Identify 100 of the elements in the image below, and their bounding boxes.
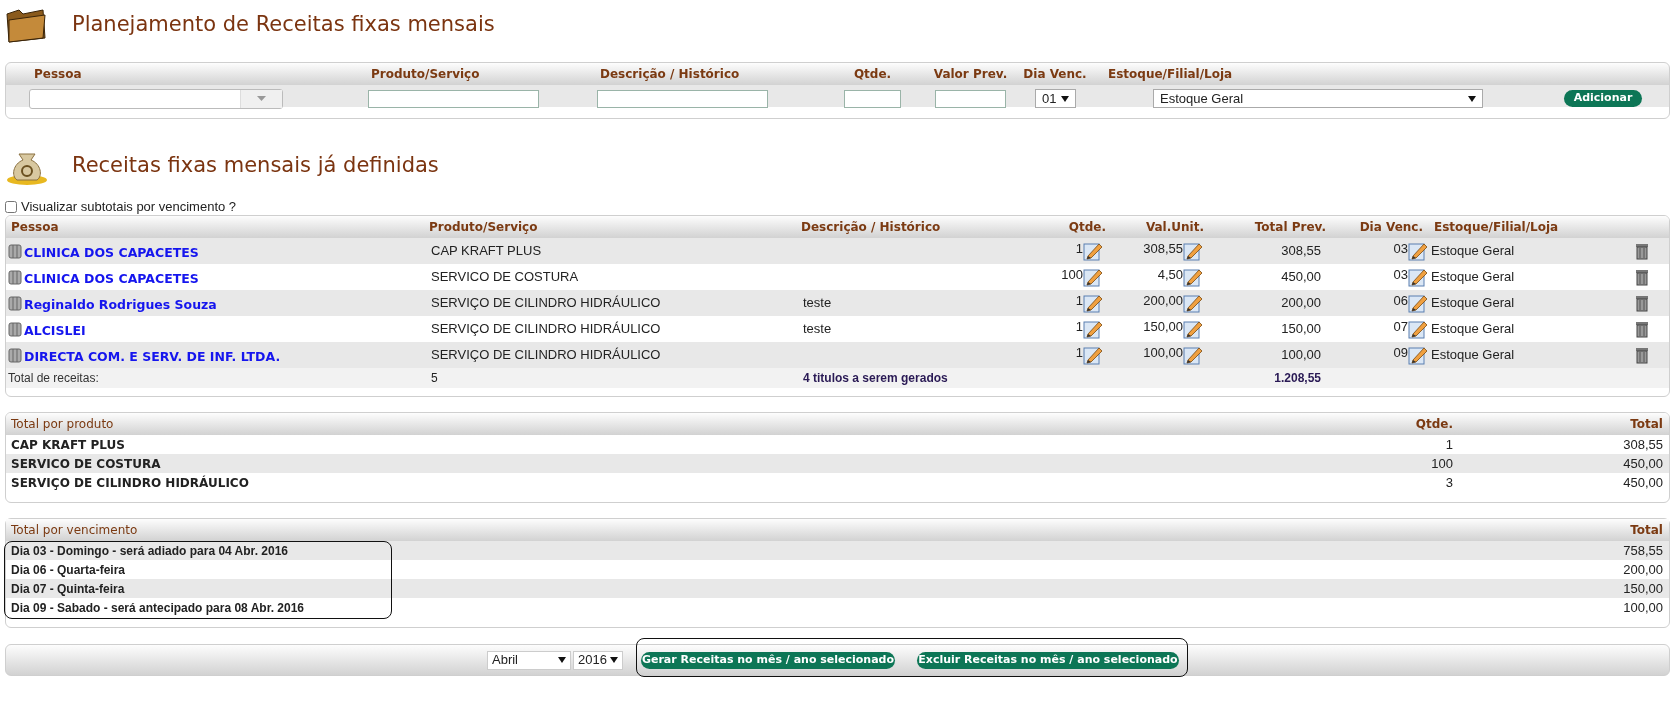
table-cell-text: SERVIÇO DE CILINDRO HIDRÁULICO (430, 346, 662, 365)
edit-button[interactable] (1408, 345, 1428, 365)
edit-icon (1083, 293, 1103, 313)
delete-revenues-button[interactable]: Excluir Receitas no mês / ano selecionado (917, 651, 1179, 669)
person-link[interactable]: CLINICA DOS CAPACETES (24, 243, 199, 263)
caret-icon (610, 657, 618, 663)
delete-button[interactable] (1635, 320, 1649, 338)
add-button[interactable]: Adicionar (1564, 90, 1642, 107)
field-label: Pessoa (34, 66, 82, 83)
person-link[interactable]: CLINICA DOS CAPACETES (24, 269, 199, 289)
column-header: Qtde. (1068, 220, 1106, 235)
table-cell-text: Estoque Geral (1430, 242, 1516, 261)
stack-icon (8, 295, 22, 311)
table-cell-text: SERVICO DE COSTURA (430, 268, 580, 287)
edit-button[interactable] (1083, 267, 1103, 287)
field-label: Qtde. (853, 66, 892, 83)
caret-icon (558, 657, 566, 663)
edit-icon (1083, 267, 1103, 287)
trash-icon (1635, 346, 1649, 364)
table-cell-text: CAP KRAFT PLUS (11, 436, 126, 454)
column-header: Qtde. (1415, 417, 1453, 432)
table-cell: 1 (1075, 345, 1083, 361)
edit-button[interactable] (1408, 241, 1428, 261)
table-cell: 1 (1075, 319, 1083, 335)
table-cell-text: 200,00 (1280, 294, 1322, 313)
trash-icon (1635, 294, 1649, 312)
delete-button[interactable] (1635, 294, 1649, 312)
edit-icon (1083, 345, 1103, 365)
edit-button[interactable] (1408, 293, 1428, 313)
edit-button[interactable] (1083, 241, 1103, 261)
table-cell: 200,00 (1143, 293, 1183, 309)
table-cell-text: 100,00 (1280, 346, 1322, 365)
table-cell: 03 (1393, 241, 1408, 257)
field-label: Valor Prev. (933, 66, 1008, 83)
person-link[interactable]: Reginaldo Rodrigues Souza (24, 295, 217, 315)
delete-button[interactable] (1635, 242, 1649, 260)
month-select[interactable]: Abril (487, 650, 571, 670)
edit-button[interactable] (1183, 345, 1203, 365)
table-cell-text: SERVICO DE COSTURA (11, 455, 162, 473)
table-cell: 4,50 (1157, 267, 1183, 283)
table-cell-text: Estoque Geral (1430, 268, 1516, 287)
footer-count: 5 (430, 370, 439, 387)
column-header: Pessoa (11, 220, 59, 235)
table-cell-text: SERVIÇO DE CILINDRO HIDRÁULICO (430, 294, 662, 313)
select-field[interactable]: Estoque Geral (1153, 89, 1483, 108)
table-cell-text: 3 (1444, 474, 1453, 492)
delete-button[interactable] (1635, 268, 1649, 286)
table-cell: teste (803, 321, 832, 337)
delete-button[interactable] (1635, 346, 1649, 364)
table-cell-text: Dia 09 - Sabado - será antecipado para 08 Abr. 2016 (11, 599, 305, 617)
edit-icon (1183, 241, 1203, 261)
edit-button[interactable] (1183, 293, 1203, 313)
table-cell-text: CAP KRAFT PLUS (430, 242, 543, 261)
caret-icon (257, 96, 266, 101)
trash-icon (1635, 320, 1649, 338)
combobox-field[interactable] (29, 88, 283, 109)
field-label: Produto/Serviço (371, 66, 480, 83)
column-header: Total por vencimento (11, 523, 138, 538)
table-cell: 100,00 (1143, 345, 1183, 361)
caret-icon (1468, 95, 1476, 102)
column-header: Descrição / Histórico (801, 220, 941, 235)
table-cell-text: Dia 07 - Quinta-feira (11, 580, 126, 598)
table-cell-text: 308,55 (1280, 242, 1322, 261)
edit-icon (1408, 319, 1428, 339)
edit-button[interactable] (1183, 241, 1203, 261)
subtotals-checkbox[interactable] (5, 201, 17, 213)
table-cell-text: SERVIÇO DE CILINDRO HIDRÁULICO (430, 320, 662, 339)
input-field[interactable] (368, 89, 539, 108)
table-cell: teste (803, 295, 832, 311)
column-header: Estoque/Filial/Loja (1434, 220, 1559, 235)
trash-icon (1635, 268, 1649, 286)
edit-icon (1183, 293, 1203, 313)
table-cell-text: Estoque Geral (1430, 346, 1516, 365)
year-select[interactable]: 2016 (573, 650, 623, 670)
column-header: Produto/Serviço (429, 220, 538, 235)
input-field[interactable] (844, 89, 901, 108)
field-label: Estoque/Filial/Loja (1108, 66, 1233, 83)
input-field[interactable] (597, 89, 768, 108)
edit-button[interactable] (1408, 319, 1428, 339)
generate-revenues-button[interactable]: Gerar Receitas no mês / ano selecionado (641, 651, 895, 669)
input-field[interactable] (935, 89, 1006, 108)
edit-button[interactable] (1183, 319, 1203, 339)
edit-button[interactable] (1408, 267, 1428, 287)
edit-button[interactable] (1083, 293, 1103, 313)
edit-icon (1183, 267, 1203, 287)
table-cell-text: Estoque Geral (1430, 320, 1516, 339)
column-header: Dia Venc. (1359, 220, 1423, 235)
table-cell-text: 100,00 (1622, 599, 1663, 617)
stack-icon (8, 243, 22, 259)
edit-button[interactable] (1083, 319, 1103, 339)
person-link[interactable]: DIRECTA COM. E SERV. DE INF. LTDA. (24, 347, 281, 367)
edit-button[interactable] (1083, 345, 1103, 365)
table-cell-text: 150,00 (1280, 320, 1322, 339)
caret-icon (1061, 95, 1069, 102)
person-link[interactable]: ALCISLEI (24, 321, 86, 341)
table-cell: 07 (1393, 319, 1408, 335)
edit-icon (1083, 319, 1103, 339)
column-header: Total (1630, 523, 1663, 538)
edit-button[interactable] (1183, 267, 1203, 287)
select-field[interactable]: 01 (1035, 89, 1076, 108)
